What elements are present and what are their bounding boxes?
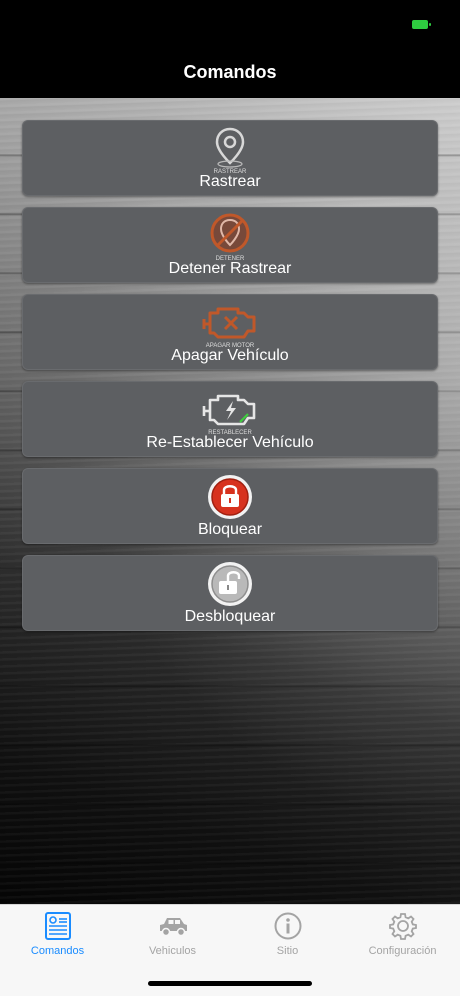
unlock-label: Desbloquear <box>184 608 276 625</box>
info-icon <box>274 912 301 940</box>
engine-restore-button[interactable]: RESTABLECER Re-Establecer Vehículo <box>22 381 438 457</box>
tab-vehiculos[interactable]: Vehiculos <box>115 905 230 965</box>
car-icon <box>159 918 187 937</box>
tab-sitio-label: Sitio <box>276 945 299 957</box>
tab-vehiculos-label: Vehiculos <box>148 945 197 957</box>
lock-icon <box>208 475 252 519</box>
top-bar: Comandos <box>0 0 460 98</box>
engine-off-button[interactable]: APAGAR MOTOR Apagar Vehículo <box>22 294 438 370</box>
engine-off-icon: APAGAR MOTOR <box>202 307 256 349</box>
tab-configuracion-label: Configuración <box>368 945 437 957</box>
lock-button[interactable]: Bloquear <box>22 468 438 544</box>
engine-restore-label: Re-Establecer Vehículo <box>146 434 314 451</box>
unlock-button[interactable]: Desbloquear <box>22 555 438 631</box>
engine-off-label: Apagar Vehículo <box>171 347 289 364</box>
tab-configuracion[interactable]: Configuración <box>345 905 460 965</box>
unlock-icon <box>208 562 252 606</box>
track-label: Rastrear <box>199 173 261 190</box>
commands-icon <box>44 912 71 940</box>
stop-tracking-icon: DETENER <box>210 213 250 262</box>
gear-icon <box>388 913 417 940</box>
commands-list: RASTREAR Rastrear DETENER Detener Rastre… <box>22 120 438 642</box>
battery-icon <box>412 20 431 29</box>
tab-comandos[interactable]: Comandos <box>0 905 115 965</box>
tab-comandos-label: Comandos <box>30 945 85 957</box>
stop-tracking-label: Detener Rastrear <box>168 260 292 277</box>
page-title: Comandos <box>183 62 277 82</box>
track-button[interactable]: RASTREAR Rastrear <box>22 120 438 196</box>
lock-label: Bloquear <box>197 521 263 538</box>
stop-tracking-button[interactable]: DETENER Detener Rastrear <box>22 207 438 283</box>
tab-sitio[interactable]: Sitio <box>230 905 345 965</box>
home-indicator <box>148 981 312 986</box>
location-pin-icon: RASTREAR <box>214 127 247 175</box>
engine-restore-icon: RESTABLECER <box>202 394 256 436</box>
